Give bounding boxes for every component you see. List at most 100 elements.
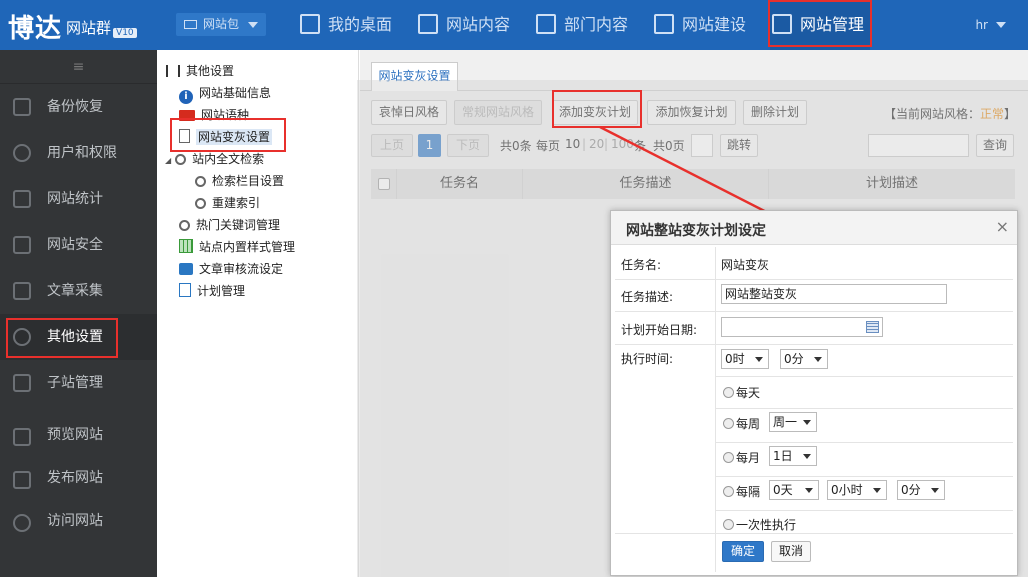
chevron-down-icon (996, 22, 1006, 28)
hour-select[interactable]: 0时 (721, 349, 769, 369)
close-icon[interactable]: × (996, 217, 1009, 236)
user-menu[interactable]: hr (975, 18, 1006, 32)
chart-icon (13, 190, 31, 208)
checklist-icon (179, 283, 191, 297)
sidebar-item-security[interactable]: 网站安全 (0, 222, 157, 268)
tree-label: 站点内置样式管理 (199, 240, 296, 254)
weekday-select[interactable]: 周一 (769, 412, 817, 432)
divider (716, 510, 1013, 511)
divider (716, 376, 1013, 377)
add-page-icon (654, 14, 674, 34)
info-icon: i (179, 90, 193, 104)
interval-hour-select[interactable]: 0小时 (827, 480, 887, 500)
sidebar-item-users[interactable]: 用户和权限 (0, 130, 157, 176)
nav-site-content[interactable]: 网站内容 (418, 0, 510, 50)
tree-item-review-flow[interactable]: 文章审核流设定 (179, 260, 283, 277)
tree-item-plan-manage[interactable]: 计划管理 (179, 282, 245, 299)
tree-item-hot-keywords[interactable]: 热门关键词管理 (179, 216, 280, 233)
logo-sub: 网站群 (66, 19, 112, 37)
sidebar-item-visit[interactable]: 访问网站 (0, 500, 157, 543)
sidebar-label: 文章采集 (47, 283, 103, 299)
tree-item-basic-info[interactable]: i 网站基础信息 (179, 84, 271, 104)
grid-icon (179, 239, 193, 253)
edit-icon (418, 14, 438, 34)
sidebar-label: 备份恢复 (47, 99, 103, 115)
cancel-button[interactable]: 取消 (771, 541, 811, 562)
version-badge: V10 (113, 28, 137, 38)
sidebar-item-collect[interactable]: 文章采集 (0, 268, 157, 314)
task-desc-input[interactable]: 网站整站变灰 (721, 284, 947, 304)
expand-icon: ◢ (165, 156, 172, 165)
tree-label: 其他设置 (186, 64, 235, 78)
settings-icon (166, 65, 180, 77)
tree-item-builtin-styles[interactable]: 站点内置样式管理 (179, 238, 295, 255)
highlight-box-sidebar (6, 318, 118, 358)
tree-label: 文章审核流设定 (199, 262, 284, 276)
interval-minute-value: 0分 (901, 483, 921, 497)
nav-dept-content[interactable]: 部门内容 (536, 0, 628, 50)
hour-value: 0时 (725, 352, 745, 366)
task-desc-label: 任务描述: (621, 290, 674, 304)
sidebar-label: 网站统计 (47, 191, 103, 207)
ok-button[interactable]: 确定 (722, 541, 764, 562)
publish-icon (13, 471, 31, 489)
logo: 博达 网站群 V10 (8, 8, 137, 45)
interval-radio[interactable]: 每隔 (723, 483, 760, 500)
sidebar-divider (0, 406, 157, 414)
weekly-radio[interactable]: 每周 (723, 415, 760, 432)
tree-item-search-columns[interactable]: 检索栏目设置 (195, 172, 284, 189)
article-icon (13, 282, 31, 300)
task-name-value: 网站变灰 (721, 258, 770, 272)
sidebar-item-backup[interactable]: 备份恢复 (0, 84, 157, 130)
preview-icon (13, 428, 31, 446)
backup-icon (13, 98, 31, 116)
nav-label: 部门内容 (564, 15, 629, 34)
exec-time-label: 执行时间: (621, 352, 674, 366)
daily-radio[interactable]: 每天 (723, 384, 760, 401)
minute-select[interactable]: 0分 (780, 349, 828, 369)
interval-day-select[interactable]: 0天 (769, 480, 819, 500)
radio-icon (723, 452, 734, 463)
collapse-icon[interactable]: ≡ (0, 50, 157, 84)
sidebar-item-preview[interactable]: 预览网站 (0, 414, 157, 457)
interval-minute-select[interactable]: 0分 (897, 480, 945, 500)
sidebar-label: 用户和权限 (47, 145, 117, 161)
sidebar-label: 访问网站 (47, 513, 103, 529)
search-icon (175, 154, 187, 165)
highlight-box-add-plan (552, 90, 642, 128)
nav-label: 我的桌面 (328, 15, 393, 34)
sidebar-item-stats[interactable]: 网站统计 (0, 176, 157, 222)
monthly-radio[interactable]: 每月 (723, 449, 760, 466)
chevron-down-icon (803, 454, 811, 459)
tree-root[interactable]: 其他设置 (166, 62, 234, 79)
row-task-name: 任务名: 网站变灰 (615, 247, 1013, 280)
interval-label: 每隔 (736, 485, 761, 499)
sidebar-item-subsites[interactable]: 子站管理 (0, 360, 157, 406)
calendar-icon[interactable] (866, 321, 879, 333)
tree-label: 计划管理 (197, 284, 246, 298)
tree-item-fulltext-search[interactable]: ◢ 站内全文检索 (165, 150, 264, 167)
nav-site-build[interactable]: 网站建设 (654, 0, 746, 50)
monthday-value: 1日 (773, 449, 793, 463)
minute-value: 0分 (784, 352, 804, 366)
start-date-input[interactable] (721, 317, 883, 337)
divider (716, 408, 1013, 409)
site-switch-label: 网站包 (203, 17, 240, 31)
once-radio[interactable]: 一次性执行 (723, 516, 796, 533)
site-switch-dropdown[interactable]: 网站包 (176, 13, 266, 36)
monitor-icon (184, 20, 197, 29)
sidebar-label: 网站安全 (47, 237, 103, 253)
subsite-icon (13, 374, 31, 392)
row-divider (715, 345, 716, 533)
daily-label: 每天 (736, 386, 761, 400)
workflow-icon (179, 263, 193, 275)
monthday-select[interactable]: 1日 (769, 446, 817, 466)
nav-my-desktop[interactable]: 我的桌面 (300, 0, 392, 50)
grid-icon (300, 14, 320, 34)
tree-label: 网站基础信息 (199, 86, 272, 100)
tree-item-rebuild-index[interactable]: 重建索引 (195, 194, 260, 211)
highlight-box-nav (768, 0, 872, 47)
sidebar-item-publish[interactable]: 发布网站 (0, 457, 157, 500)
chevron-down-icon (931, 488, 939, 493)
chevron-down-icon (805, 488, 813, 493)
